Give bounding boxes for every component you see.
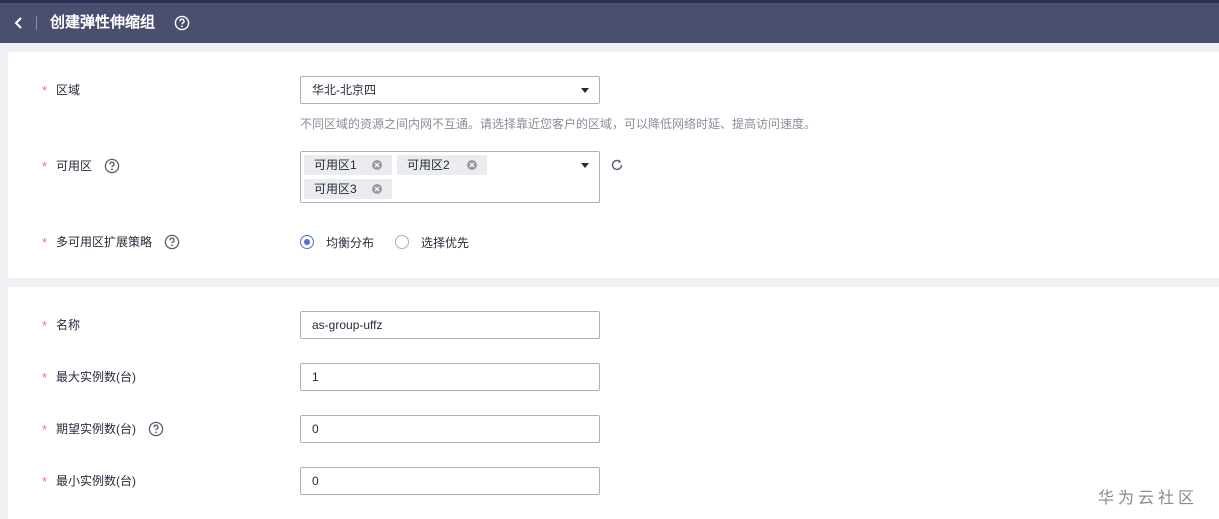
radio-unchecked-icon bbox=[395, 235, 409, 249]
region-select-value: 华北-北京四 bbox=[312, 83, 376, 97]
az-tag: 可用区1 bbox=[304, 155, 392, 175]
name-input[interactable]: as-group-uffz bbox=[300, 311, 600, 339]
question-circle-icon[interactable] bbox=[164, 234, 180, 250]
required-star: * bbox=[42, 235, 48, 250]
strategy-label: 多可用区扩展策略 bbox=[56, 235, 153, 249]
region-az-section: * 区域 华北-北京四 不同区域的资源之间内网不互通。请选择靠近您客户的区域，可… bbox=[8, 52, 1219, 278]
region-hint: 不同区域的资源之间内网不互通。请选择靠近您客户的区域，可以降低网络时延、提高访问… bbox=[300, 117, 817, 131]
az-tag-label: 可用区2 bbox=[407, 158, 450, 172]
max-instances-input[interactable]: 1 bbox=[300, 363, 600, 391]
close-circle-icon[interactable] bbox=[372, 160, 382, 170]
group-config-section: * 名称 as-group-uffz * 最大实例数(台) 1 * 期望实例数(… bbox=[8, 287, 1219, 519]
page-header: 创建弹性伸缩组 bbox=[0, 3, 1219, 43]
az-tag-label: 可用区1 bbox=[314, 158, 357, 172]
name-input-value: as-group-uffz bbox=[312, 318, 383, 332]
question-circle-icon[interactable] bbox=[174, 15, 190, 31]
min-label: 最小实例数(台) bbox=[56, 474, 136, 488]
required-star: * bbox=[42, 83, 48, 98]
chevron-left-icon bbox=[14, 17, 22, 29]
back-button[interactable] bbox=[8, 9, 32, 37]
region-select[interactable]: 华北-北京四 bbox=[300, 76, 600, 104]
required-star: * bbox=[42, 159, 48, 174]
close-circle-icon[interactable] bbox=[372, 184, 382, 194]
region-label: 区域 bbox=[56, 83, 81, 97]
desired-instances-value: 0 bbox=[312, 422, 319, 436]
radio-checked-icon bbox=[300, 235, 314, 249]
header-divider bbox=[36, 16, 37, 30]
radio-label: 均衡分布 bbox=[326, 236, 375, 250]
name-label: 名称 bbox=[56, 318, 81, 332]
radio-label: 选择优先 bbox=[421, 236, 470, 250]
az-tag: 可用区2 bbox=[397, 155, 487, 175]
az-tag-label: 可用区3 bbox=[314, 182, 357, 196]
question-circle-icon[interactable] bbox=[148, 421, 164, 437]
refresh-icon[interactable] bbox=[610, 158, 624, 172]
min-instances-input[interactable]: 0 bbox=[300, 467, 600, 495]
caret-down-icon bbox=[581, 163, 589, 168]
required-star: * bbox=[42, 474, 48, 489]
watermark: 华为云社区 bbox=[1098, 490, 1199, 507]
desired-label: 期望实例数(台) bbox=[56, 422, 136, 436]
az-multiselect[interactable]: 可用区1 可用区2 可用区3 bbox=[300, 151, 600, 203]
required-star: * bbox=[42, 318, 48, 333]
required-star: * bbox=[42, 422, 48, 437]
required-star: * bbox=[42, 370, 48, 385]
max-instances-value: 1 bbox=[312, 370, 319, 384]
question-circle-icon[interactable] bbox=[104, 158, 120, 174]
az-tag: 可用区3 bbox=[304, 179, 392, 199]
max-label: 最大实例数(台) bbox=[56, 370, 136, 384]
min-instances-value: 0 bbox=[312, 474, 319, 488]
caret-down-icon bbox=[581, 88, 589, 93]
desired-instances-input[interactable]: 0 bbox=[300, 415, 600, 443]
az-label: 可用区 bbox=[56, 159, 93, 173]
close-circle-icon[interactable] bbox=[467, 160, 477, 170]
page-title: 创建弹性伸缩组 bbox=[50, 14, 156, 31]
